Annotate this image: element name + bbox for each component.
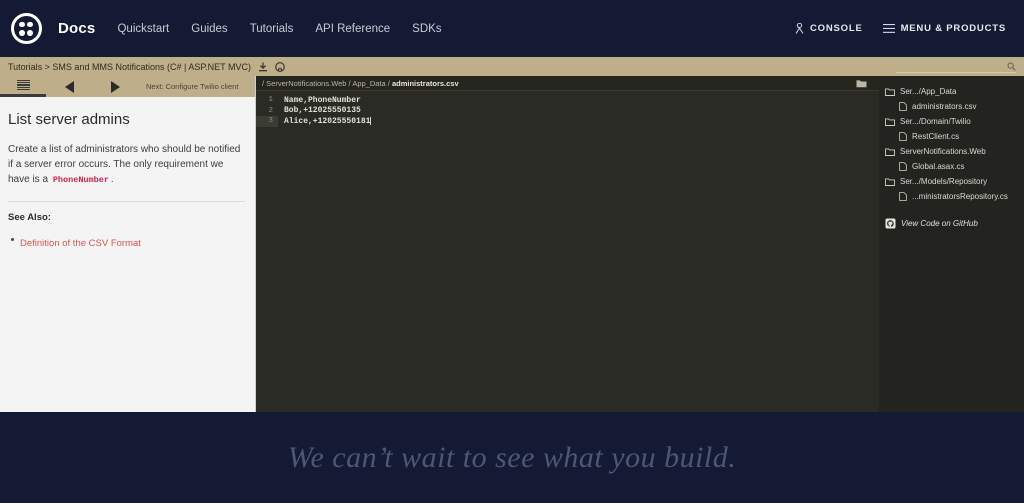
file-icon	[899, 102, 907, 111]
code-line: 1 Name,PhoneNumber	[256, 95, 879, 106]
view-code-on-github-link[interactable]: View Code on GitHub	[879, 212, 1024, 232]
folder-icon	[885, 177, 895, 186]
tree-folder-servernotifications-web[interactable]: ServerNotifications.Web	[879, 144, 1024, 159]
tree-folder-domain-twilio[interactable]: Ser.../Domain/Twilio	[879, 114, 1024, 129]
see-also-heading: See Also:	[8, 212, 51, 223]
search-input[interactable]	[907, 60, 1007, 72]
line-number: 3	[256, 116, 278, 127]
doc-paragraph-text: Create a list of administrators who shou…	[8, 144, 241, 185]
github-icon	[885, 218, 896, 229]
folder-icon[interactable]	[856, 79, 867, 88]
top-navigation-bar: Docs Quickstart Guides Tutorials API Ref…	[0, 0, 1024, 57]
tree-item-label: ServerNotifications.Web	[900, 147, 986, 156]
code-line-active: 3 Alice,+12025550181	[256, 116, 879, 127]
twilio-logo-icon[interactable]	[8, 11, 44, 47]
console-button[interactable]: CONSOLE	[795, 22, 863, 34]
file-icon	[899, 162, 907, 171]
brand-title[interactable]: Docs	[58, 20, 95, 37]
breadcrumb-actions	[258, 61, 285, 72]
nav-link-sdks[interactable]: SDKs	[412, 23, 441, 35]
tree-item-label: RestClient.cs	[912, 132, 960, 141]
divider	[8, 201, 245, 202]
tree-folder-app-data[interactable]: Ser.../App_Data	[879, 84, 1024, 99]
code-path-filename: administrators.csv	[391, 78, 459, 88]
folder-icon	[885, 147, 895, 156]
doc-body: List server admins Create a list of admi…	[0, 97, 255, 251]
nav-link-tutorials[interactable]: Tutorials	[250, 23, 294, 35]
user-icon	[795, 22, 804, 34]
line-text: Name,PhoneNumber	[284, 95, 361, 105]
tree-file-global-asax-cs[interactable]: Global.asax.cs	[879, 159, 1024, 174]
hamburger-icon	[882, 24, 895, 33]
menu-products-label: MENU & PRODUCTS	[900, 23, 1006, 34]
triangle-left-icon	[64, 80, 74, 93]
code-path-prefix: / ServerNotifications.Web / App_Data /	[262, 78, 392, 88]
search-icon[interactable]	[1007, 62, 1016, 71]
footer: We can’t wait to see what you build.	[0, 412, 1024, 503]
nav-link-guides[interactable]: Guides	[191, 23, 227, 35]
doc-paragraph-tail: .	[110, 174, 114, 185]
download-icon[interactable]	[258, 62, 268, 72]
doc-paragraph: Create a list of administrators who shou…	[8, 142, 245, 188]
nav-right-group: CONSOLE MENU & PRODUCTS	[795, 22, 1006, 34]
next-step-label[interactable]: Next: Configure Twilio client	[146, 82, 238, 91]
breadcrumb-bar: Tutorials > SMS and MMS Notifications (C…	[0, 57, 1024, 76]
tree-item-label: Ser.../Domain/Twilio	[900, 117, 971, 126]
doc-toolbar: Next: Configure Twilio client	[0, 76, 255, 97]
text-caret	[370, 117, 372, 126]
list-menu-icon	[16, 79, 30, 91]
see-also-list: Definition of the CSV Format	[8, 233, 245, 251]
main-content: Next: Configure Twilio client List serve…	[0, 76, 1024, 412]
nav-link-quickstart[interactable]: Quickstart	[117, 23, 169, 35]
console-label: CONSOLE	[810, 23, 863, 34]
code-file-path: / ServerNotifications.Web / App_Data / a…	[262, 79, 459, 88]
menu-products-button[interactable]: MENU & PRODUCTS	[882, 23, 1006, 34]
tree-file-administrators-csv[interactable]: administrators.csv	[879, 99, 1024, 114]
previous-step-button[interactable]	[46, 76, 92, 97]
primary-nav: Quickstart Guides Tutorials API Referenc…	[117, 23, 441, 35]
triangle-right-icon	[110, 80, 120, 93]
inline-code-phonenumber: PhoneNumber	[52, 175, 109, 185]
code-panel: / ServerNotifications.Web / App_Data / a…	[256, 76, 879, 412]
code-line: 2 Bob,+12025550135	[256, 106, 879, 117]
tree-file-administrators-repository-cs[interactable]: ...ministratorsRepository.cs	[879, 189, 1024, 204]
toc-menu-button[interactable]	[0, 76, 46, 97]
file-tree-panel: Ser.../App_Data administrators.csv Ser..…	[879, 76, 1024, 412]
nav-link-api-reference[interactable]: API Reference	[315, 23, 390, 35]
tree-item-label: Global.asax.cs	[912, 162, 965, 171]
line-number: 2	[268, 106, 273, 115]
line-text: Bob,+12025550135	[284, 106, 361, 116]
page-title: List server admins	[8, 111, 130, 128]
next-step-button[interactable]	[92, 76, 138, 97]
file-icon	[899, 132, 907, 141]
search-box[interactable]	[896, 60, 1016, 73]
doc-panel: Next: Configure Twilio client List serve…	[0, 76, 256, 412]
github-link-label: View Code on GitHub	[901, 219, 978, 228]
tree-item-label: Ser.../App_Data	[900, 87, 957, 96]
folder-icon	[885, 87, 895, 96]
breadcrumb[interactable]: Tutorials > SMS and MMS Notifications (C…	[8, 62, 251, 72]
code-path-bar: / ServerNotifications.Web / App_Data / a…	[256, 76, 879, 91]
line-text: Alice,+12025550181	[284, 116, 371, 126]
page-root: Docs Quickstart Guides Tutorials API Ref…	[0, 0, 1024, 503]
tree-folder-models-repository[interactable]: Ser.../Models/Repository	[879, 174, 1024, 189]
tree-item-label: administrators.csv	[912, 102, 977, 111]
line-number: 1	[268, 96, 273, 104]
tree-item-label: ...ministratorsRepository.cs	[912, 192, 1008, 201]
github-icon[interactable]	[275, 61, 285, 72]
tree-item-label: Ser.../Models/Repository	[900, 177, 988, 186]
list-item: Definition of the CSV Format	[8, 233, 245, 251]
tree-file-restclient-cs[interactable]: RestClient.cs	[879, 129, 1024, 144]
file-icon	[899, 192, 907, 201]
folder-icon	[885, 117, 895, 126]
code-editor[interactable]: 1 Name,PhoneNumber 2 Bob,+12025550135 3 …	[256, 91, 879, 127]
footer-tagline: We can’t wait to see what you build.	[287, 440, 737, 474]
link-csv-format[interactable]: Definition of the CSV Format	[20, 238, 141, 249]
